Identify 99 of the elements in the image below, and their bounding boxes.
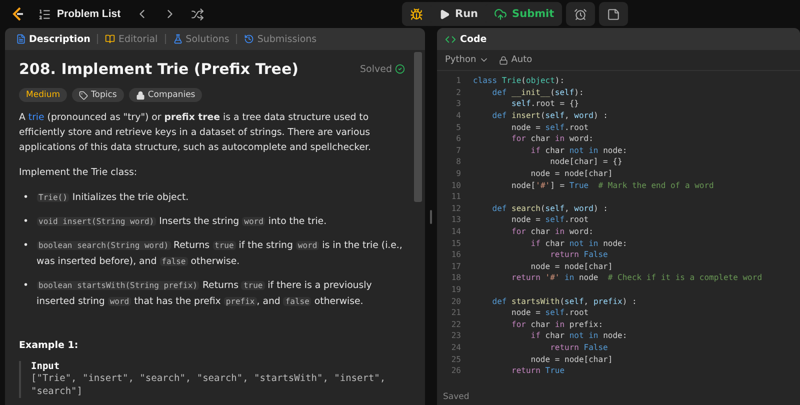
panel-tab[interactable]: Editorial	[102, 34, 161, 44]
code-line: node = node[char]	[530, 262, 613, 271]
line-number: 1	[455, 76, 461, 86]
line-number: 12	[450, 204, 461, 213]
code-line: node['#'] = True # Mark the end of a word	[510, 180, 714, 190]
line-number: 3	[455, 99, 461, 108]
line-number: 16	[450, 250, 461, 260]
line-number: 2	[455, 88, 461, 97]
panel-tab[interactable]: Description	[13, 34, 94, 44]
line-number: 9	[455, 169, 461, 178]
language-dropdown[interactable]: Python	[445, 55, 490, 65]
input-label: Input	[31, 361, 61, 372]
code-line: node = node[char]	[530, 354, 613, 364]
line-number: 7	[455, 146, 461, 155]
method-description: Trie() Initializes the trie object.	[36, 191, 189, 205]
code-line: for char in word:	[510, 227, 594, 236]
code-line: node = self.root	[510, 308, 589, 318]
tag-button[interactable]: Companies	[128, 88, 202, 102]
line-number: 22	[450, 320, 461, 329]
line-number: 4	[455, 111, 461, 120]
difficulty-tag[interactable]: Medium	[19, 88, 67, 102]
line-number: 17	[450, 262, 461, 271]
line-number: 24	[450, 342, 461, 352]
code-line: def __init__(self):	[491, 88, 584, 97]
bug-icon	[410, 8, 423, 20]
code-line: def startsWith(self, prefix) :	[491, 296, 637, 306]
panel-tab[interactable]: Solutions	[170, 34, 232, 44]
note-button[interactable]	[599, 2, 628, 26]
check-circle-icon	[395, 64, 405, 74]
history-icon	[244, 34, 254, 44]
code-line: node[char] = {}	[549, 157, 622, 166]
implement-text: Implement the Trie class:	[19, 166, 138, 180]
input-text: "search"]	[31, 385, 84, 398]
cloud-upload-icon	[494, 8, 508, 20]
line-number: 25	[450, 354, 461, 364]
code-icon	[445, 34, 456, 44]
line-number: 19	[450, 284, 461, 294]
lock-icon	[499, 56, 508, 64]
line-number: 15	[450, 238, 461, 248]
line-number: 5	[455, 122, 461, 132]
line-number: 20	[450, 296, 461, 306]
line-number: 8	[455, 157, 461, 166]
code-line: if char not in node:	[530, 146, 628, 155]
line-number: 11	[450, 192, 461, 202]
example-heading: Example 1:	[19, 340, 80, 351]
code-line: class Trie(object):	[473, 76, 565, 86]
input-text: ["Trie", "insert", "search", "search", "startsWith", "insert",	[31, 372, 387, 385]
method-description: boolean search(String word) Returns true if the string word is in the trie (i.e., was inserted before), and false otherwise.	[36, 239, 404, 269]
method-description: void insert(String word) Inserts the string word into the trie.	[36, 215, 327, 229]
line-number: 10	[450, 180, 461, 190]
list-icon	[38, 8, 51, 20]
code-line: node = self.root	[510, 122, 589, 132]
trie-link[interactable]: trie	[28, 112, 44, 123]
code-line: def insert(self, word) :	[491, 111, 608, 120]
book-icon	[105, 34, 116, 44]
code-line: return False	[549, 342, 608, 352]
note-icon	[607, 8, 620, 20]
alarm-clock-icon	[574, 8, 588, 20]
solved-status: Solved	[360, 64, 392, 74]
line-number: 21	[450, 308, 461, 318]
auto-mode[interactable]: Auto	[499, 55, 532, 65]
code-line: if char not in node:	[530, 238, 628, 248]
code-title: Code	[460, 34, 487, 44]
scrollbar[interactable]	[414, 52, 422, 202]
code-line: for char in word:	[510, 134, 594, 144]
saved-status: Saved	[442, 391, 470, 404]
tag-icon	[79, 90, 88, 100]
line-number: 6	[455, 134, 461, 144]
flask-icon	[172, 34, 183, 44]
problem-list-button[interactable]: Problem List	[36, 6, 123, 22]
description-paragraph: A trie (pronounced as "try") or prefix tree is a tree data structure used to efficiently store and retrieve keys in a dataset of strings. There are various applications of this data structure, such as autocomplete and spellchecker.	[19, 111, 372, 155]
code-line: return True	[510, 366, 565, 376]
panel-tab[interactable]: Submissions	[241, 34, 320, 44]
code-line: return False	[549, 250, 608, 260]
method-description: boolean startsWith(String prefix) Returns true if there is a previously inserted string word that has the prefix prefix , and false otherwise.	[36, 279, 373, 309]
code-line: node = self.root	[510, 215, 589, 224]
code-line: return '#' in node # Check if it is a complete word	[510, 273, 762, 282]
tag-button[interactable]: Topics	[72, 88, 124, 102]
line-number: 26	[450, 366, 461, 376]
bullet-marker: •	[23, 191, 29, 205]
shuffle-icon[interactable]	[188, 6, 206, 22]
line-number: 23	[450, 331, 461, 340]
alarm-clock-button[interactable]	[566, 2, 596, 26]
bullet-marker: •	[23, 239, 29, 253]
line-number: 18	[450, 273, 461, 282]
logo-icon[interactable]	[10, 6, 26, 22]
bullet-marker: •	[23, 279, 29, 293]
code-line: def search(self, word) :	[491, 204, 608, 213]
document-icon	[16, 34, 26, 44]
code-line: node = node[char]	[530, 169, 613, 178]
code-line: self.root = {}	[510, 99, 579, 108]
lock-icon	[136, 90, 145, 100]
bullet-marker: •	[23, 215, 29, 229]
code-line: if char not in node:	[530, 331, 628, 340]
line-number: 13	[450, 215, 461, 224]
play-icon	[439, 8, 450, 20]
line-number: 14	[450, 227, 461, 236]
problem-title: 208. Implement Trie (Prefix Tree)	[19, 60, 299, 78]
code-line: for char in prefix:	[510, 320, 604, 329]
